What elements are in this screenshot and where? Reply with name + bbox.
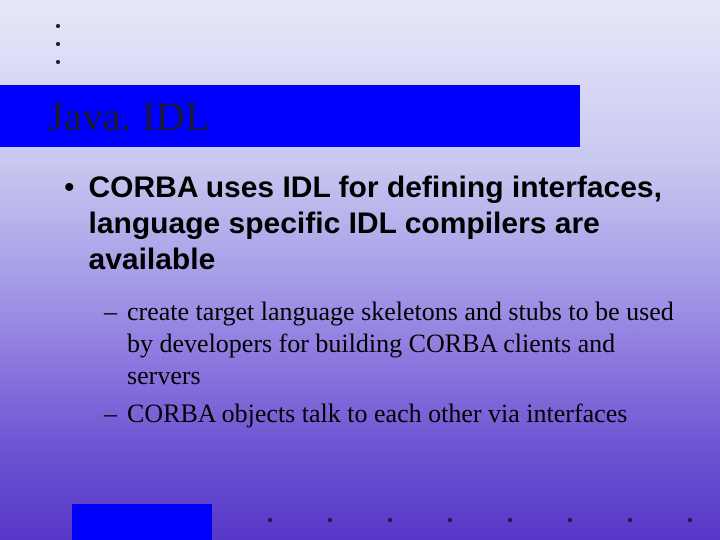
dot-icon [388, 518, 392, 522]
decorative-block [72, 504, 212, 540]
title-band: Java. IDL [0, 85, 580, 147]
bullet-text: CORBA objects talk to each other via int… [127, 398, 627, 430]
slide-content: • CORBA uses IDL for defining interfaces… [64, 170, 680, 436]
dot-icon [56, 24, 60, 28]
slide-title: Java. IDL [48, 93, 210, 140]
slide: Java. IDL • CORBA uses IDL for defining … [0, 0, 720, 540]
bullet-level-1: • CORBA uses IDL for defining interfaces… [64, 170, 680, 278]
decorative-dots-bottom [268, 518, 692, 522]
dot-icon [328, 518, 332, 522]
bullet-level-2: – CORBA objects talk to each other via i… [104, 398, 680, 430]
dot-icon [508, 518, 512, 522]
dot-icon [688, 518, 692, 522]
dot-icon [56, 42, 60, 46]
dot-icon [56, 60, 60, 64]
dot-icon [268, 518, 272, 522]
decorative-dots-top [56, 24, 60, 64]
dot-icon [568, 518, 572, 522]
dash-marker: – [104, 398, 117, 430]
bullet-marker: • [64, 170, 75, 278]
dash-marker: – [104, 296, 117, 392]
dot-icon [628, 518, 632, 522]
bullet-text: CORBA uses IDL for defining interfaces, … [89, 170, 680, 278]
bullet-level-2: – create target language skeletons and s… [104, 296, 680, 392]
dot-icon [448, 518, 452, 522]
bullet-text: create target language skeletons and stu… [127, 296, 680, 392]
sub-bullet-list: – create target language skeletons and s… [104, 296, 680, 430]
